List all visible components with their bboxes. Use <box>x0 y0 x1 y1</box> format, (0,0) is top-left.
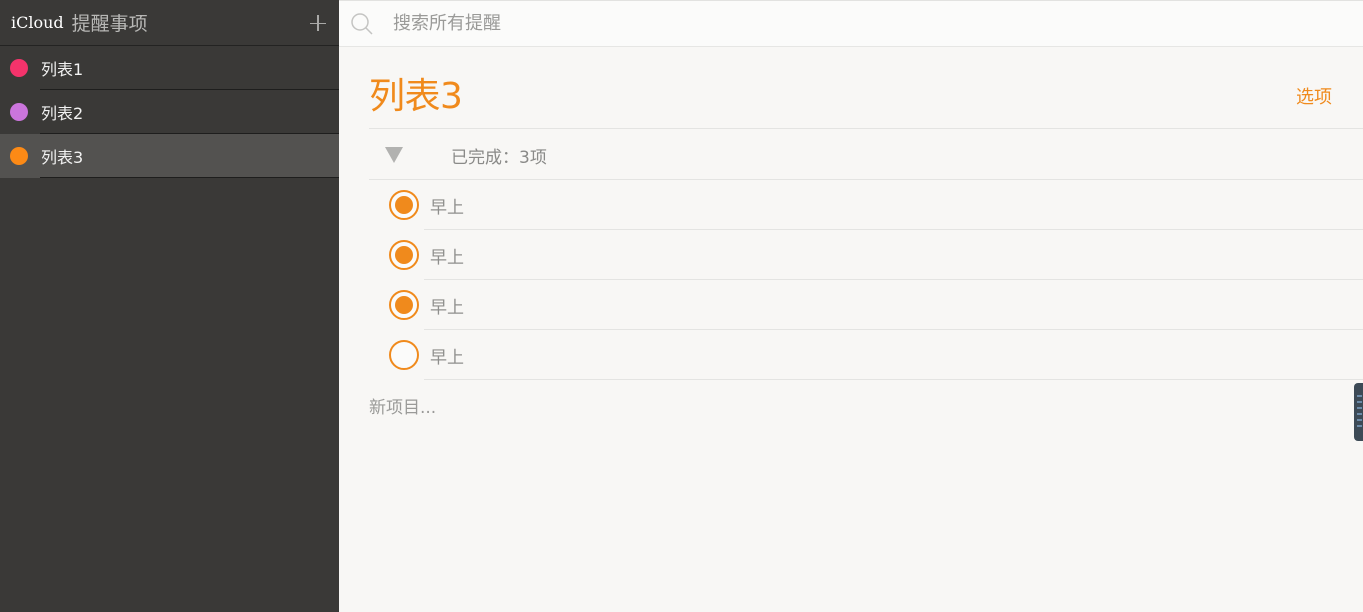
list-color-dot-icon <box>10 59 28 77</box>
list-item: 早上 <box>369 330 1363 380</box>
sidebar-item-list3[interactable]: 列表3 <box>0 134 339 178</box>
scroll-grip-icon <box>1357 425 1362 427</box>
reminders-app: iCloud 提醒事项 列表1 列表2 列表3 搜索所有提醒 列表3 选项 已完… <box>0 0 1363 612</box>
scroll-grip-icon <box>1357 395 1362 397</box>
todo-text[interactable]: 早上 <box>430 193 464 218</box>
disclosure-triangle-icon[interactable] <box>385 147 403 163</box>
list-color-dot-icon <box>10 103 28 121</box>
list-item: 早上 <box>369 280 1363 330</box>
list-color-dot-icon <box>10 147 28 165</box>
todo-text[interactable]: 早上 <box>430 243 464 268</box>
page-title: 列表3 <box>369 76 463 117</box>
main-panel: 列表3 选项 已完成：3项 早上 早上 早上 早上 新项目... <box>339 0 1363 612</box>
list-item: 早上 <box>369 180 1363 230</box>
checkbox-unchecked-icon[interactable] <box>389 340 419 370</box>
sidebar-item-list1[interactable]: 列表1 <box>0 46 339 90</box>
sidebar: iCloud 提醒事项 列表1 列表2 列表3 <box>0 0 339 612</box>
options-button[interactable]: 选项 <box>1296 83 1332 109</box>
sidebar-item-list2[interactable]: 列表2 <box>0 90 339 134</box>
scroll-grip-icon <box>1357 419 1362 421</box>
app-title: 提醒事项 <box>71 13 148 35</box>
divider <box>369 128 1363 129</box>
checkbox-checked-icon[interactable] <box>389 190 419 220</box>
sidebar-item-label: 列表3 <box>41 148 84 167</box>
search-bar <box>339 1 1363 47</box>
todo-text[interactable]: 早上 <box>430 293 464 318</box>
scroll-handle[interactable] <box>1354 383 1363 441</box>
completed-toggle[interactable]: 已完成：3项 <box>369 130 1363 180</box>
search-icon <box>349 11 375 37</box>
scroll-grip-icon <box>1357 407 1362 409</box>
divider <box>424 379 1363 380</box>
scroll-grip-icon <box>1357 401 1362 403</box>
todo-text[interactable]: 早上 <box>430 343 464 368</box>
divider <box>40 177 339 178</box>
sidebar-header: iCloud 提醒事项 <box>0 0 339 46</box>
new-item-input[interactable]: 新项目... <box>369 393 436 418</box>
search-input[interactable] <box>393 13 993 34</box>
add-list-plus-icon[interactable] <box>309 10 327 34</box>
list-item: 早上 <box>369 230 1363 280</box>
icloud-brand: iCloud <box>11 13 64 32</box>
sidebar-item-label: 列表2 <box>41 104 84 123</box>
completed-count-label: 已完成：3项 <box>451 147 547 168</box>
scroll-grip-icon <box>1357 413 1362 415</box>
checkbox-checked-icon[interactable] <box>389 240 419 270</box>
checkbox-checked-icon[interactable] <box>389 290 419 320</box>
sidebar-item-label: 列表1 <box>41 60 84 79</box>
